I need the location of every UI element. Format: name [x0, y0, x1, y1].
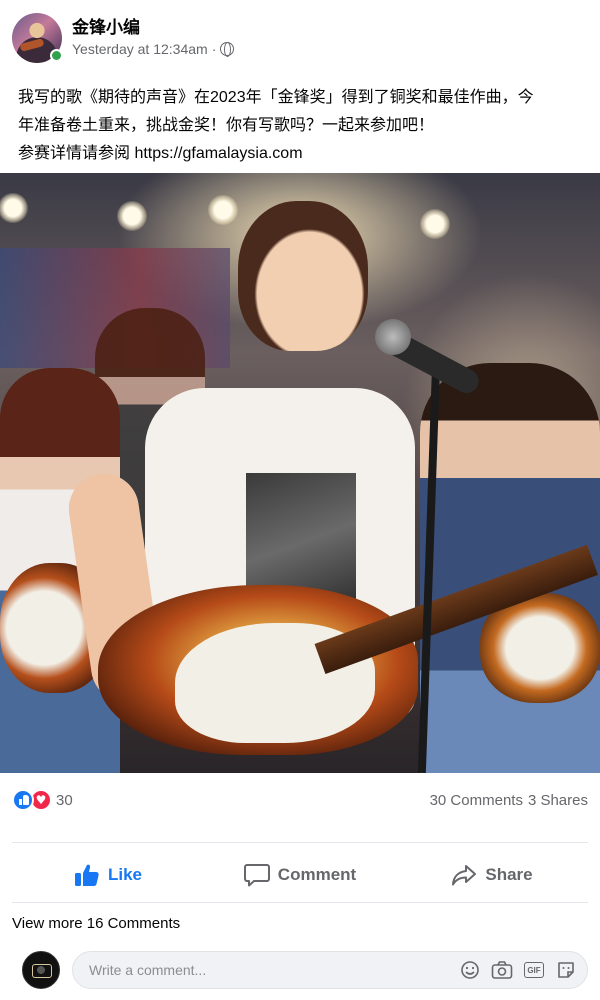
stage-light [420, 209, 450, 239]
avatar-guitar [19, 38, 45, 52]
author-avatar[interactable] [12, 13, 63, 63]
meta-separator: · [211, 41, 217, 57]
post-meta: Yesterday at 12:34am · [72, 39, 235, 59]
comment-icon [243, 864, 270, 887]
globe-icon[interactable] [220, 42, 235, 57]
divider [12, 842, 588, 843]
camera-icon[interactable] [491, 959, 513, 981]
post-timestamp[interactable]: Yesterday at 12:34am [72, 39, 208, 59]
comment-label: Comment [277, 865, 357, 884]
author-name[interactable]: 金锋小编 [72, 17, 234, 39]
singer-head [238, 201, 368, 351]
post-text-line: 我写的歌《期待的声音》在2023年「金锋奖」得到了铜奖和最佳作曲，今 [18, 89, 534, 106]
like-reaction-icon [12, 789, 34, 811]
comment-tools: GIF [459, 959, 577, 981]
comment-input[interactable] [89, 962, 459, 978]
view-more-comments-link[interactable]: View more 16 Comments [12, 915, 180, 932]
stage-light [0, 193, 28, 223]
share-label: Share [485, 865, 533, 884]
actions-row: Like Comment Share [12, 852, 588, 898]
reactions-summary[interactable]: ♥ 30 [12, 789, 73, 811]
post-image[interactable] [0, 173, 600, 773]
post-header: 金锋小编 Yesterday at 12:34am · [12, 12, 235, 64]
online-status-dot [50, 49, 63, 62]
like-button[interactable]: Like [12, 852, 204, 898]
reaction-count: 30 [56, 791, 73, 809]
sticker-icon[interactable] [555, 959, 577, 981]
shares-count[interactable]: 3 Shares [528, 792, 588, 809]
divider [12, 902, 588, 903]
post-text: 我写的歌《期待的声音》在2023年「金锋奖」得到了铜奖和最佳作曲，今 年准备卷土… [18, 84, 584, 168]
comment-button[interactable]: Comment [204, 852, 396, 898]
gif-icon[interactable]: GIF [523, 959, 545, 981]
stage-light [208, 195, 238, 225]
post-header-text: 金锋小编 Yesterday at 12:34am · [72, 17, 235, 59]
comments-count[interactable]: 30 Comments [430, 792, 523, 809]
thumbs-up-icon [74, 864, 99, 886]
stats-row: ♥ 30 30 Comments 3 Shares [12, 788, 588, 812]
share-button[interactable]: Share [396, 852, 588, 898]
post-text-line: 年准备卷土重来，挑战金奖！你有写歌吗？一起来参加吧！ [18, 117, 435, 134]
engagement-counts: 30 Comments 3 Shares [430, 792, 588, 809]
stage-light [117, 201, 147, 231]
microphone-head [375, 319, 411, 355]
post-text-line[interactable]: 参赛详情请参阅 https://gfamalaysia.com [18, 140, 584, 168]
like-label: Like [107, 865, 143, 884]
comment-composer: GIF [22, 950, 588, 990]
emoji-icon[interactable] [459, 959, 481, 981]
commenter-avatar[interactable] [22, 951, 60, 989]
share-icon [452, 865, 477, 886]
comment-input-wrapper[interactable]: GIF [72, 951, 588, 989]
